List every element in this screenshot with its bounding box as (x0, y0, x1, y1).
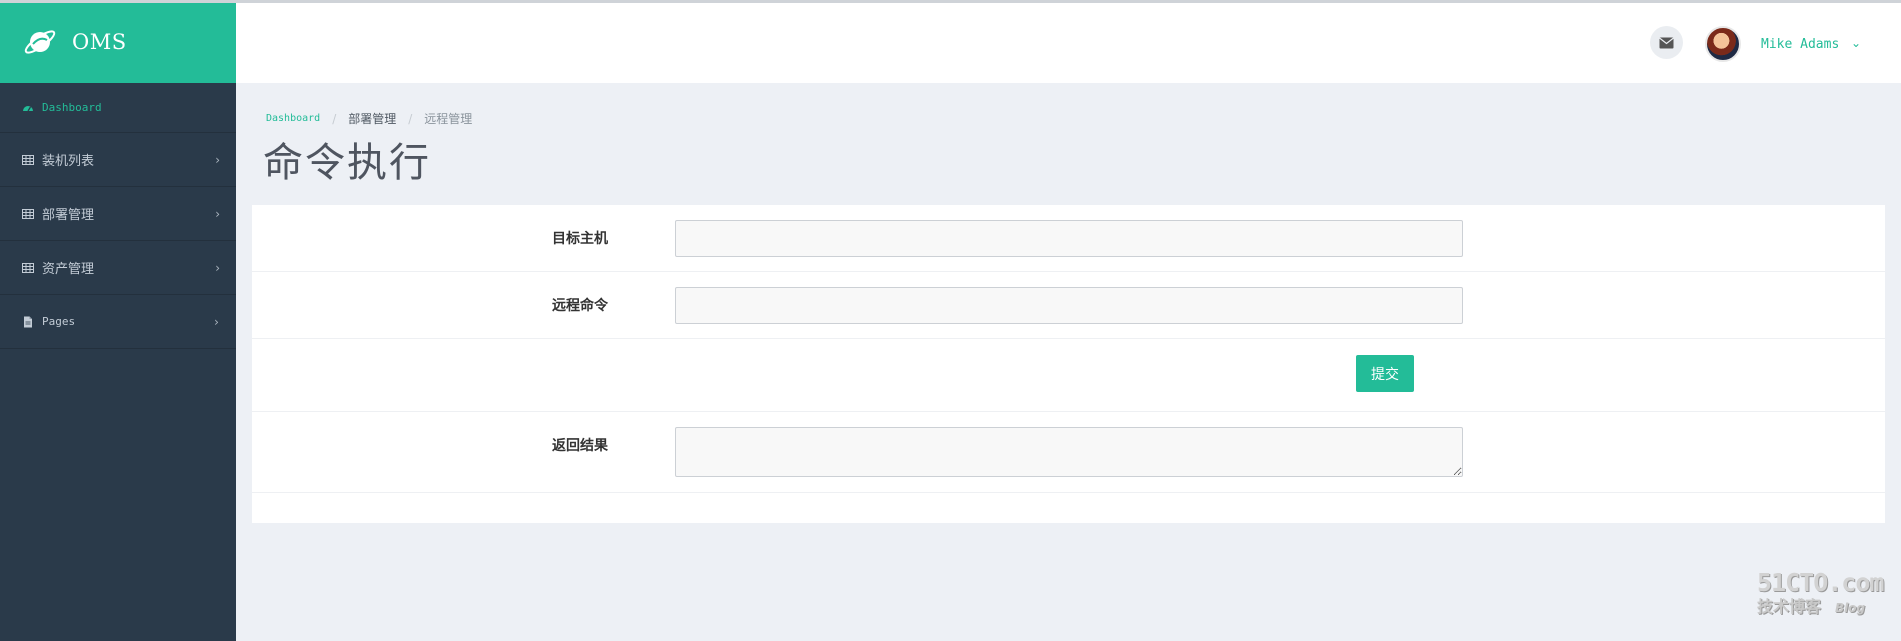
sidebar: OMS Dashboard 装机列表 › 部署管理 › 资产管理 › Pages… (0, 0, 236, 641)
file-icon (24, 316, 32, 327)
watermark: 51CTO.com 技术博客 Blog (1757, 568, 1887, 617)
sidebar-menu: Dashboard 装机列表 › 部署管理 › 资产管理 › Pages › (0, 83, 236, 349)
user-name[interactable]: Mike Adams (1761, 37, 1839, 52)
sidebar-item-asset-management[interactable]: 资产管理 › (0, 241, 236, 295)
table-icon (22, 208, 34, 219)
sidebar-item-dashboard[interactable]: Dashboard (0, 83, 236, 133)
target-host-label: 目标主机 (552, 231, 608, 247)
breadcrumb-current: 远程管理 (424, 112, 473, 126)
result-textarea[interactable] (675, 427, 1463, 477)
chevron-right-icon: › (215, 152, 220, 167)
table-icon (22, 154, 34, 165)
form-row-submit: 提交 (252, 339, 1885, 412)
sidebar-item-label: 装机列表 (42, 154, 95, 169)
chevron-down-icon[interactable]: ⌄ (1851, 36, 1861, 50)
brand[interactable]: OMS (0, 0, 236, 83)
breadcrumb: Dashboard / 部署管理 / 远程管理 (266, 110, 472, 127)
submit-button[interactable]: 提交 (1356, 355, 1414, 392)
remote-command-input[interactable] (675, 287, 1463, 324)
sidebar-item-deploy-management[interactable]: 部署管理 › (0, 187, 236, 241)
sidebar-item-label: Dashboard (42, 101, 102, 114)
remote-command-label: 远程命令 (552, 298, 608, 314)
sidebar-item-install-list[interactable]: 装机列表 › (0, 133, 236, 187)
planet-logo-icon (24, 29, 56, 54)
form-row-command: 远程命令 (252, 272, 1885, 339)
sidebar-item-label: Pages (42, 315, 76, 328)
sidebar-item-pages[interactable]: Pages › (0, 295, 236, 349)
page-title: 命令执行 (263, 140, 431, 186)
watermark-tech-blog: 技术博客 (1757, 597, 1822, 616)
brand-name: OMS (72, 29, 127, 54)
watermark-blog: Blog (1835, 601, 1866, 615)
messages-button[interactable] (1650, 26, 1683, 59)
form-row-result: 返回结果 (252, 412, 1885, 493)
target-host-input[interactable] (675, 220, 1463, 257)
envelope-icon (1659, 37, 1674, 48)
command-form-panel: 目标主机 远程命令 提交 返回结果 (252, 205, 1885, 523)
result-label: 返回结果 (552, 438, 608, 454)
breadcrumb-separator: / (408, 111, 413, 126)
table-icon (22, 262, 34, 273)
chevron-right-icon: › (215, 206, 220, 221)
breadcrumb-separator: / (332, 111, 337, 126)
user-avatar[interactable] (1705, 26, 1741, 62)
top-border (0, 0, 1901, 3)
breadcrumb-deploy-management[interactable]: 部署管理 (348, 110, 396, 127)
chevron-right-icon: › (215, 260, 220, 275)
chevron-right-icon: › (212, 314, 220, 329)
form-row-target: 目标主机 (252, 205, 1885, 272)
breadcrumb-dashboard[interactable]: Dashboard (266, 113, 320, 124)
dashboard-icon (23, 105, 33, 111)
sidebar-item-label: 资产管理 (42, 262, 95, 277)
sidebar-item-label: 部署管理 (42, 208, 95, 223)
